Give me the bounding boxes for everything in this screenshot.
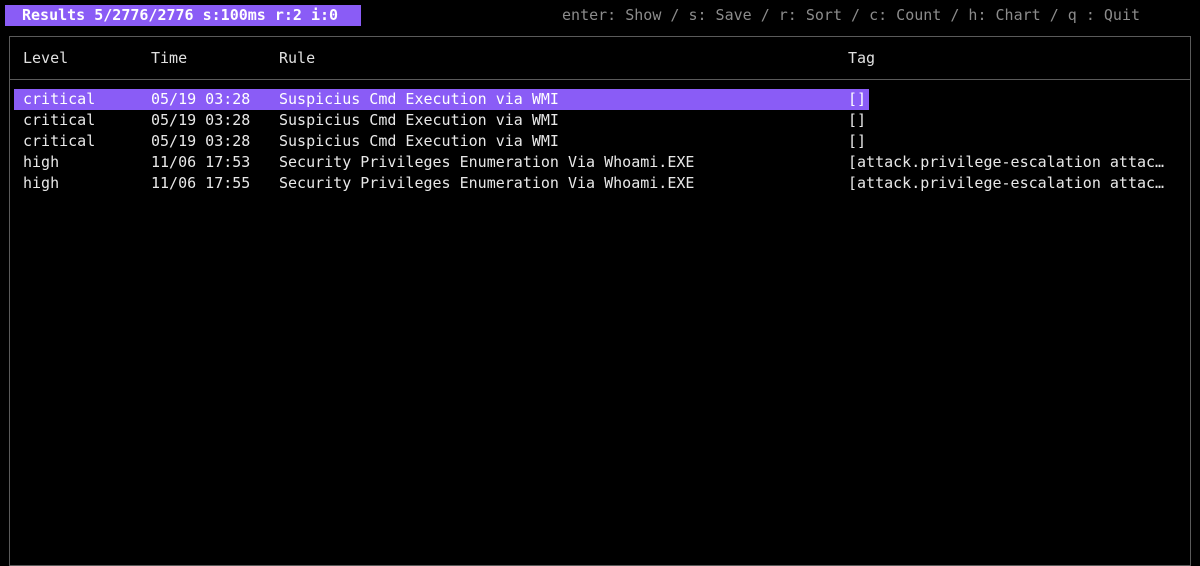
cell-rule: Security Privileges Enumeration Via Whoa… <box>279 153 695 171</box>
cell-level: high <box>23 174 60 192</box>
cell-time: 05/19 03:28 <box>151 90 251 108</box>
cell-level: critical <box>23 132 96 150</box>
cell-tag: [] <box>848 111 867 129</box>
cell-tag: [] <box>848 90 867 108</box>
status-badge: Results 5/2776/2776 s:100ms r:2 i:0 <box>5 5 361 26</box>
cell-rule: Suspicius Cmd Execution via WMI <box>279 132 559 150</box>
table-row[interactable]: high 11/06 17:53 Security Privileges Enu… <box>10 152 1190 173</box>
cell-rule: Suspicius Cmd Execution via WMI <box>279 90 559 108</box>
table-row[interactable]: critical 05/19 03:28 Suspicius Cmd Execu… <box>10 110 1190 131</box>
table-body: critical 05/19 03:28 Suspicius Cmd Execu… <box>10 89 1190 194</box>
results-table: Level Time Rule Tag critical 05/19 03:28… <box>9 36 1191 566</box>
cell-level: critical <box>23 111 96 129</box>
cell-tag: [attack.privilege-escalation attac… <box>848 174 1165 192</box>
cell-rule: Security Privileges Enumeration Via Whoa… <box>279 174 695 192</box>
cell-tag: [attack.privilege-escalation attac… <box>848 153 1165 171</box>
column-header-rule[interactable]: Rule <box>279 48 839 69</box>
table-row[interactable]: critical 05/19 03:28 Suspicius Cmd Execu… <box>10 131 1190 152</box>
table-row[interactable]: high 11/06 17:55 Security Privileges Enu… <box>10 173 1190 194</box>
cell-level: critical <box>23 90 96 108</box>
cell-tag: [] <box>848 132 867 150</box>
cell-time: 11/06 17:53 <box>151 153 251 171</box>
cell-time: 11/06 17:55 <box>151 174 251 192</box>
table-row-selected[interactable]: critical 05/19 03:28 Suspicius Cmd Execu… <box>14 89 869 110</box>
cell-time: 05/19 03:28 <box>151 132 251 150</box>
cell-rule: Suspicius Cmd Execution via WMI <box>279 111 559 129</box>
cell-level: high <box>23 153 60 171</box>
column-header-level[interactable]: Level <box>23 48 143 69</box>
column-header-tag[interactable]: Tag <box>848 48 1178 69</box>
table-header: Level Time Rule Tag <box>10 37 1190 80</box>
column-header-time[interactable]: Time <box>151 48 271 69</box>
cell-time: 05/19 03:28 <box>151 111 251 129</box>
keyboard-shortcuts-help: enter: Show / s: Save / r: Sort / c: Cou… <box>562 6 1140 24</box>
